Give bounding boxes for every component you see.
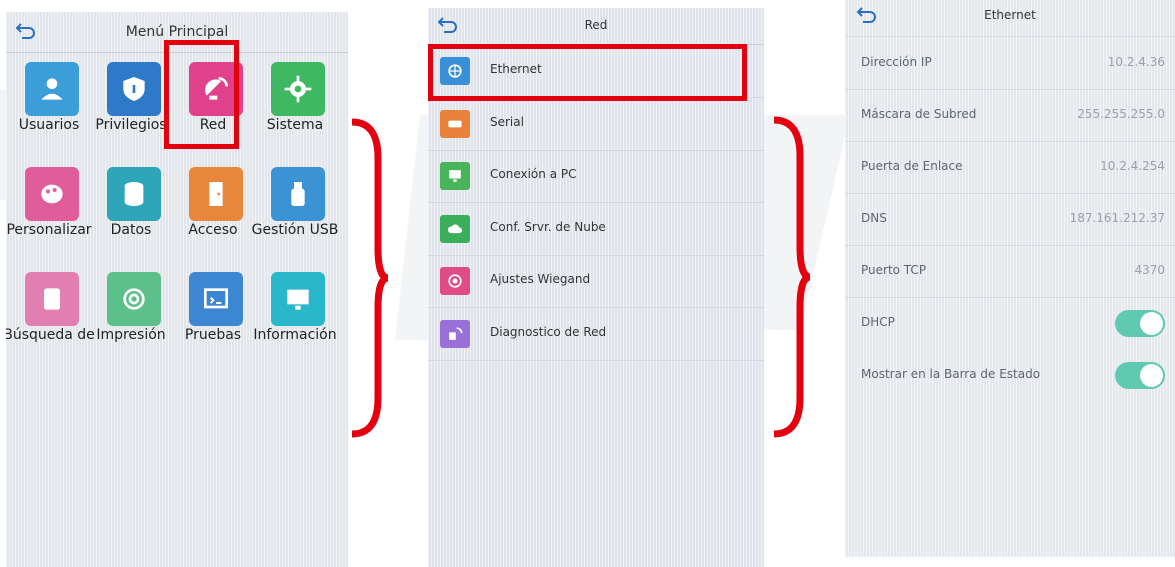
network-item-label: Conf. Srvr. de Nube — [490, 219, 606, 234]
setting-value: 10.2.4.254 — [1100, 159, 1165, 173]
setting-row[interactable]: Máscara de Subred 255.255.255.0 — [845, 89, 1175, 142]
door-icon — [189, 167, 243, 221]
ethernet-settings-screen: Ethernet Dirección IP 10.2.4.36 Máscara d… — [845, 0, 1175, 557]
menu-tile-label: Usuarios — [18, 117, 80, 133]
search-record-icon — [25, 272, 79, 326]
menu-tile-búsqueda-de[interactable]: Búsqueda de — [6, 272, 95, 372]
menu-tile-label: Datos — [110, 222, 152, 238]
brace-right-2 — [773, 116, 811, 438]
menu-tile-personalizar[interactable]: Personalizar — [6, 167, 92, 267]
setting-label: Máscara de Subred — [861, 107, 977, 121]
menu-tile-label: Red — [199, 117, 227, 133]
gear-icon — [271, 62, 325, 116]
menu-tile-label: Privilegios — [95, 117, 167, 133]
main-menu-header: Menú Principal — [6, 12, 348, 53]
network-item-label: Serial — [490, 114, 524, 129]
setting-value: 255.255.255.0 — [1077, 107, 1165, 121]
setting-label: DNS — [861, 211, 887, 225]
setting-value: 4370 — [1134, 263, 1165, 277]
main-menu-screen: Menú Principal Usuarios Privilegios Red … — [6, 12, 348, 567]
fingerprint-icon — [107, 272, 161, 326]
toggle-switch[interactable] — [1115, 362, 1165, 389]
network-item-conexi-n-a-pc[interactable]: Conexión a PC — [428, 150, 764, 203]
menu-tile-label: Gestión USB — [251, 222, 339, 238]
setting-label: Dirección IP — [861, 55, 932, 69]
menu-tile-label: Impresión — [96, 327, 166, 343]
setting-label: Puerta de Enlace — [861, 159, 963, 173]
menu-tile-label: Sistema — [266, 117, 324, 133]
page-title: Red — [584, 18, 608, 32]
menu-tile-label: Personalizar — [6, 222, 92, 238]
network-diagnostic-icon — [440, 319, 470, 348]
network-item-ajustes-wiegand[interactable]: Ajustes Wiegand — [428, 255, 764, 308]
menu-tile-label: Acceso — [188, 222, 238, 238]
autotest-icon — [189, 272, 243, 326]
network-menu-header: Red — [428, 8, 764, 45]
menu-tile-red[interactable]: Red — [174, 62, 252, 162]
network-item-label: Ajustes Wiegand — [490, 272, 591, 286]
serial-port-icon — [440, 109, 470, 138]
network-item-label: Conexión a PC — [490, 167, 577, 181]
menu-tile-privilegios[interactable]: Privilegios — [92, 62, 170, 162]
toggle-label: Mostrar en la Barra de Estado — [861, 367, 1041, 381]
menu-tile-información[interactable]: Información — [253, 272, 337, 372]
page-title: Menú Principal — [125, 24, 229, 40]
network-dish-icon — [189, 62, 243, 116]
globe-icon — [440, 57, 470, 85]
toggle-knob — [1140, 364, 1163, 387]
menu-tile-label: Información — [253, 327, 337, 343]
menu-tile-label: Pruebas — [184, 327, 242, 343]
palette-icon — [25, 167, 79, 221]
users-icon — [25, 62, 79, 116]
database-icon — [107, 167, 161, 221]
setting-row[interactable]: Dirección IP 10.2.4.36 — [845, 37, 1175, 90]
monitor-icon — [271, 272, 325, 326]
setting-label: Puerto TCP — [861, 263, 927, 277]
menu-tile-gestión-usb[interactable]: Gestión USB — [252, 167, 338, 267]
menu-tile-impresión[interactable]: Impresión — [92, 272, 170, 372]
usb-icon — [271, 167, 325, 221]
network-menu-screen: Red Ethernet Serial Conexión a PC Conf. … — [428, 8, 764, 567]
page-title: Ethernet — [984, 8, 1036, 22]
toggle-switch[interactable] — [1115, 310, 1165, 337]
network-item-ethernet[interactable]: Ethernet — [428, 45, 764, 98]
wiegand-icon — [440, 267, 470, 295]
toggle-knob — [1140, 312, 1163, 335]
menu-tile-acceso[interactable]: Acceso — [174, 167, 252, 267]
setting-row[interactable]: Puerta de Enlace 10.2.4.254 — [845, 141, 1175, 194]
network-item-serial[interactable]: Serial — [428, 98, 764, 151]
ethernet-header: Ethernet — [845, 0, 1175, 37]
setting-value: 10.2.4.36 — [1107, 55, 1165, 69]
menu-tile-datos[interactable]: Datos — [92, 167, 170, 267]
menu-tile-label: Búsqueda de — [6, 327, 95, 343]
setting-row[interactable]: Puerto TCP 4370 — [845, 245, 1175, 298]
menu-tile-pruebas[interactable]: Pruebas — [174, 272, 252, 372]
setting-value: 187.161.212.37 — [1069, 211, 1165, 225]
brace-right-1 — [351, 118, 389, 438]
menu-tile-usuarios[interactable]: Usuarios — [10, 62, 88, 162]
network-item-conf-srvr-de-nube[interactable]: Conf. Srvr. de Nube — [428, 203, 764, 256]
shield-icon — [107, 62, 161, 116]
toggle-label: DHCP — [861, 315, 895, 329]
network-item-label: Diagnostico de Red — [490, 324, 607, 339]
toggle-row: Mostrar en la Barra de Estado — [845, 349, 1175, 401]
network-item-label: Ethernet — [490, 62, 542, 76]
menu-tile-sistema[interactable]: Sistema — [256, 62, 334, 162]
toggle-row: DHCP — [845, 297, 1175, 349]
cloud-icon — [440, 214, 470, 243]
setting-row[interactable]: DNS 187.161.212.37 — [845, 193, 1175, 246]
network-item-diagnostico-de-red[interactable]: Diagnostico de Red — [428, 308, 764, 361]
pc-connection-icon — [440, 162, 470, 190]
